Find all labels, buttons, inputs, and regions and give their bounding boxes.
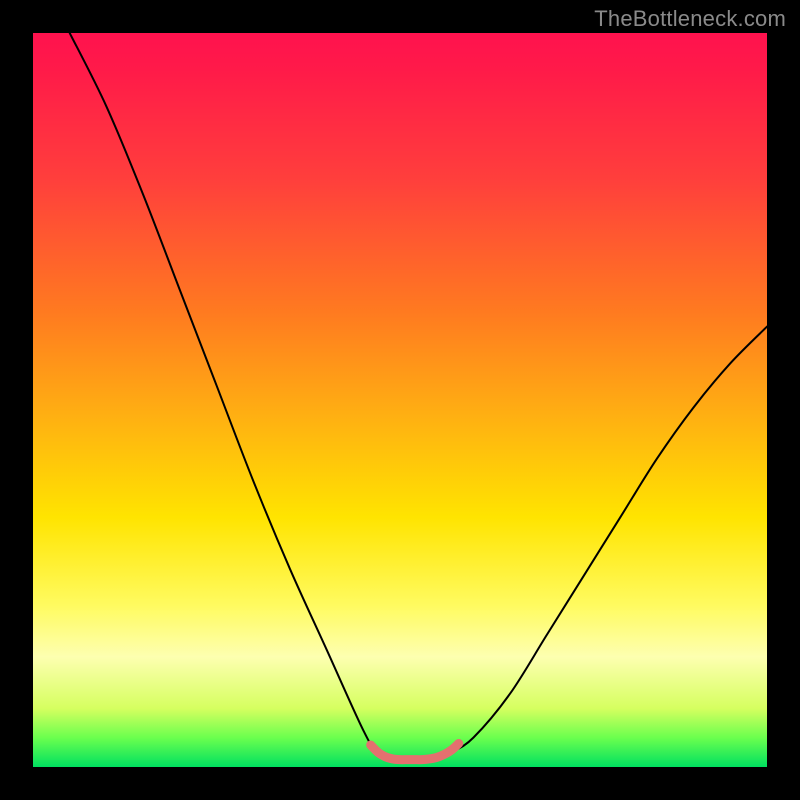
chart-frame: TheBottleneck.com — [0, 0, 800, 800]
series-valley-highlight — [371, 744, 459, 760]
chart-svg — [33, 33, 767, 767]
plot-area — [33, 33, 767, 767]
series-curve — [70, 33, 767, 760]
watermark-text: TheBottleneck.com — [594, 6, 786, 32]
